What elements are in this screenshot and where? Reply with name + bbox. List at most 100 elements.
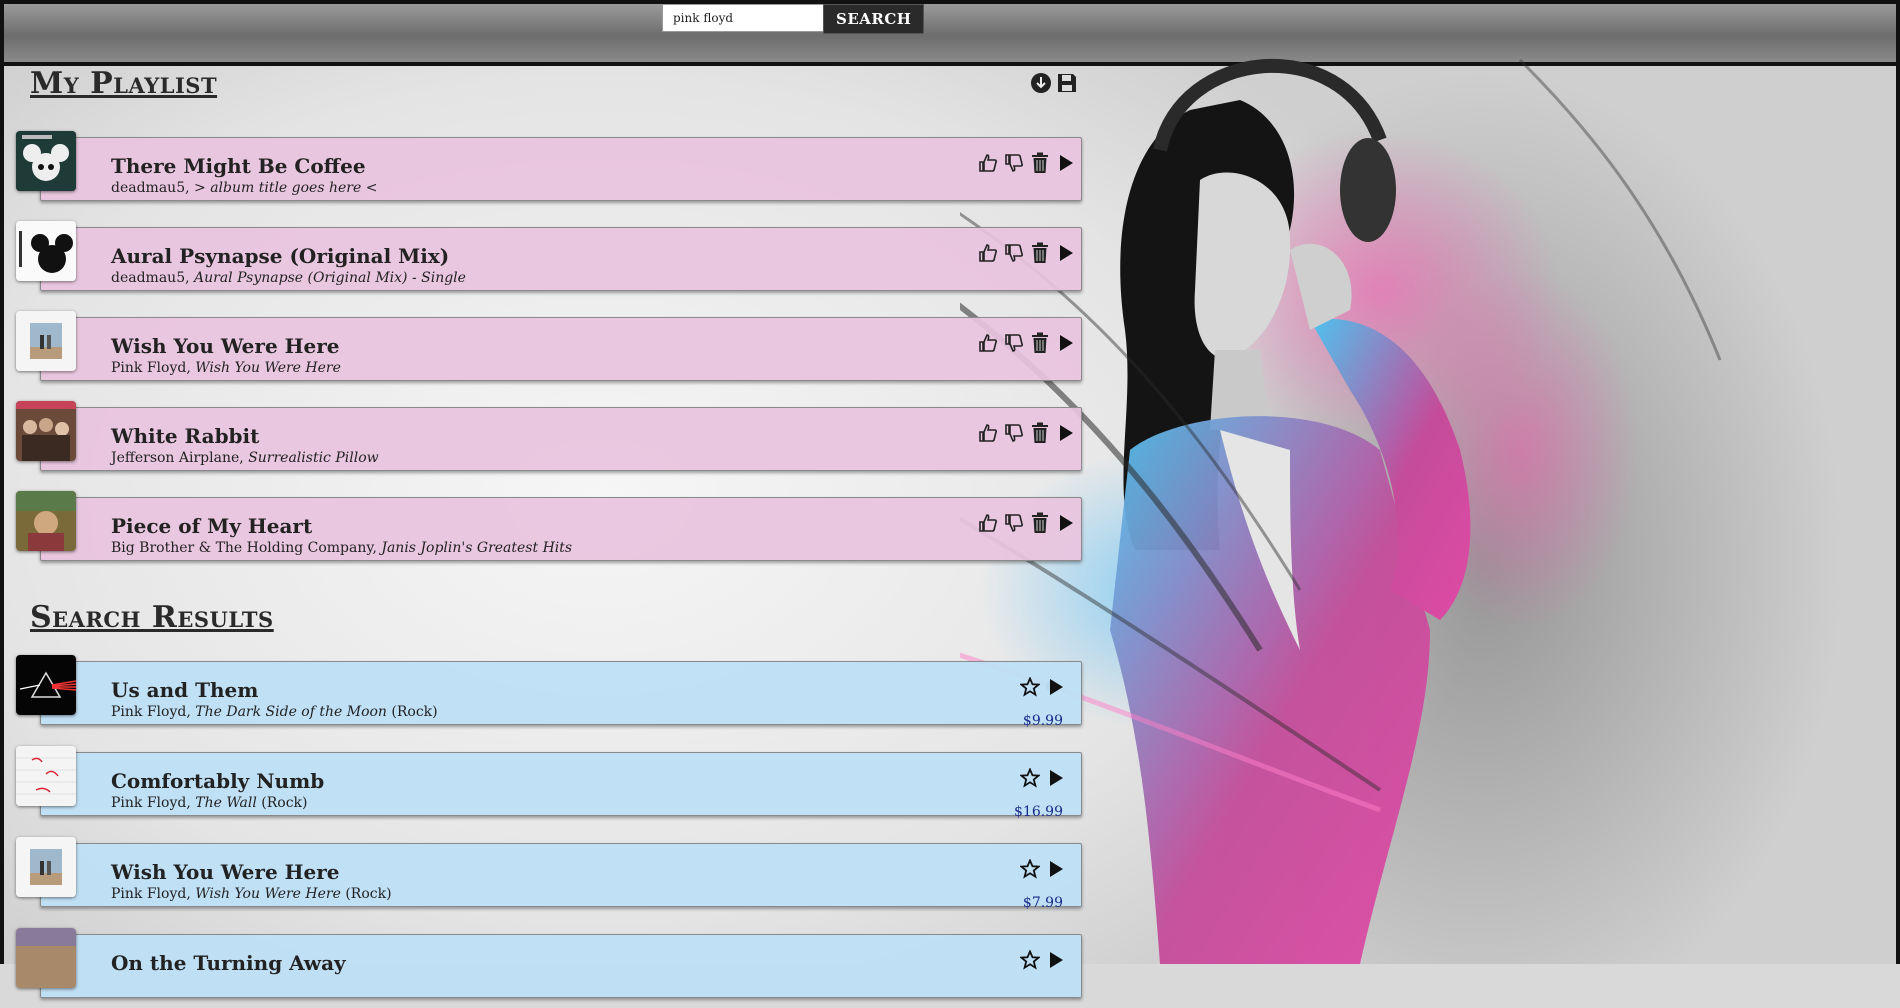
playlist-item[interactable]: Wish You Were Here Pink Floyd, Wish You … [16,311,1082,391]
playlist-item-card: Piece of My Heart Big Brother & The Hold… [40,497,1082,561]
album-art [16,655,76,715]
song-artist: Big Brother & The Holding Company [111,540,373,556]
download-icon[interactable] [1030,72,1052,94]
star-icon[interactable] [1019,858,1041,880]
song-meta: Pink Floyd, Wish You Were Here [111,360,341,376]
album-art [16,491,76,551]
play-icon[interactable] [1045,676,1067,698]
song-meta: Jefferson Airplane, Surrealistic Pillow [111,450,379,466]
playlist-item-actions [977,332,1077,354]
playlist-item[interactable]: There Might Be Coffee deadmau5, > album … [16,131,1082,211]
play-icon[interactable] [1045,949,1067,971]
play-icon[interactable] [1055,242,1077,264]
thumbs-up-icon[interactable] [977,152,999,174]
search-result-actions [1019,767,1067,789]
song-album: Surrealistic Pillow [248,450,379,466]
thumbs-down-icon[interactable] [1003,242,1025,264]
song-artist: Pink Floyd [111,886,187,902]
the-wall-cover-image [16,746,76,806]
search-result-item[interactable]: Us and Them Pink Floyd, The Dark Side of… [16,655,1082,735]
song-artist: Pink Floyd [111,704,187,720]
price-button[interactable]: $7.99 [1023,895,1063,911]
search-button[interactable]: SEARCH [823,4,925,34]
search-result-card: Comfortably Numb Pink Floyd, The Wall (R… [40,752,1082,820]
trash-icon[interactable] [1029,152,1051,174]
song-meta: deadmau5, > album title goes here < [111,180,378,196]
momentary-lapse-cover-image [16,928,76,988]
playlist-item[interactable]: White Rabbit Jefferson Airplane, Surreal… [16,401,1082,481]
playlist-item-actions [977,422,1077,444]
song-title: There Might Be Coffee [111,154,366,178]
dark-side-of-the-moon-cover-image [16,655,76,715]
playlist-item[interactable]: Piece of My Heart Big Brother & The Hold… [16,491,1082,571]
deadmau5-cover-image [16,131,76,191]
song-album: Wish You Were Here [195,886,341,902]
playlist-header-actions [1030,72,1078,94]
thumbs-down-icon[interactable] [1003,332,1025,354]
play-icon[interactable] [1055,152,1077,174]
song-artist: deadmau5 [111,180,186,196]
star-icon[interactable] [1019,676,1041,698]
trash-icon[interactable] [1029,422,1051,444]
song-title: Comfortably Numb [111,769,325,793]
search-result-item[interactable]: Comfortably Numb Pink Floyd, The Wall (R… [16,746,1082,826]
song-meta: Pink Floyd, The Dark Side of the Moon (R… [111,704,438,720]
song-title: White Rabbit [111,424,260,448]
janis-joplin-cover-image [16,491,76,551]
search-result-item[interactable]: Wish You Were Here Pink Floyd, Wish You … [16,837,1082,917]
song-genre: (Rock) [391,704,438,720]
thumbs-up-icon[interactable] [977,422,999,444]
song-title: Us and Them [111,678,259,702]
star-icon[interactable] [1019,767,1041,789]
thumbs-up-icon[interactable] [977,332,999,354]
play-icon[interactable] [1055,512,1077,534]
trash-icon[interactable] [1029,512,1051,534]
playlist-item[interactable]: Aural Psynapse (Original Mix) deadmau5, … [16,221,1082,301]
song-album: Wish You Were Here [195,360,341,376]
play-icon[interactable] [1045,858,1067,880]
playlist-item-card: White Rabbit Jefferson Airplane, Surreal… [40,407,1082,471]
search-input[interactable] [662,4,823,32]
song-genre: (Rock) [261,795,308,811]
thumbs-down-icon[interactable] [1003,512,1025,534]
thumbs-up-icon[interactable] [977,242,999,264]
song-album: The Dark Side of the Moon [195,704,387,720]
trash-icon[interactable] [1029,242,1051,264]
star-icon[interactable] [1019,949,1041,971]
play-icon[interactable] [1045,767,1067,789]
play-icon[interactable] [1055,422,1077,444]
song-meta: Pink Floyd, The Wall (Rock) [111,795,308,811]
song-artist: Jefferson Airplane [111,450,240,466]
save-icon[interactable] [1056,72,1078,94]
mau5head-cover-image [16,221,76,281]
thumbs-up-icon[interactable] [977,512,999,534]
song-album: The Wall [195,795,257,811]
song-title: Aural Psynapse (Original Mix) [111,244,450,268]
play-icon[interactable] [1055,332,1077,354]
playlist-item-card: There Might Be Coffee deadmau5, > album … [40,137,1082,201]
price-button[interactable]: $9.99 [1023,713,1063,729]
song-title: Piece of My Heart [111,514,313,538]
price-button[interactable]: $16.99 [1014,804,1063,820]
song-title: On the Turning Away [111,951,346,975]
search-bar: SEARCH [662,4,925,34]
thumbs-down-icon[interactable] [1003,422,1025,444]
album-art [16,131,76,191]
song-artist: Pink Floyd [111,795,187,811]
wish-you-were-here-cover-image [16,311,76,371]
song-meta: Pink Floyd, Wish You Were Here (Rock) [111,886,392,902]
playlist-title: My Playlist [30,66,218,101]
song-meta: Big Brother & The Holding Company, Janis… [111,540,573,556]
thumbs-down-icon[interactable] [1003,152,1025,174]
album-art [16,837,76,897]
song-genre: (Rock) [345,886,392,902]
trash-icon[interactable] [1029,332,1051,354]
song-title: Wish You Were Here [111,860,340,884]
wish-you-were-here-cover-image [16,837,76,897]
song-album: > album title goes here < [194,180,378,196]
playlist-item-card: Aural Psynapse (Original Mix) deadmau5, … [40,227,1082,291]
search-result-item[interactable]: On the Turning Away [16,928,1082,1008]
playlist-item-actions [977,512,1077,534]
search-results-title: Search Results [30,600,274,635]
album-art [16,311,76,371]
